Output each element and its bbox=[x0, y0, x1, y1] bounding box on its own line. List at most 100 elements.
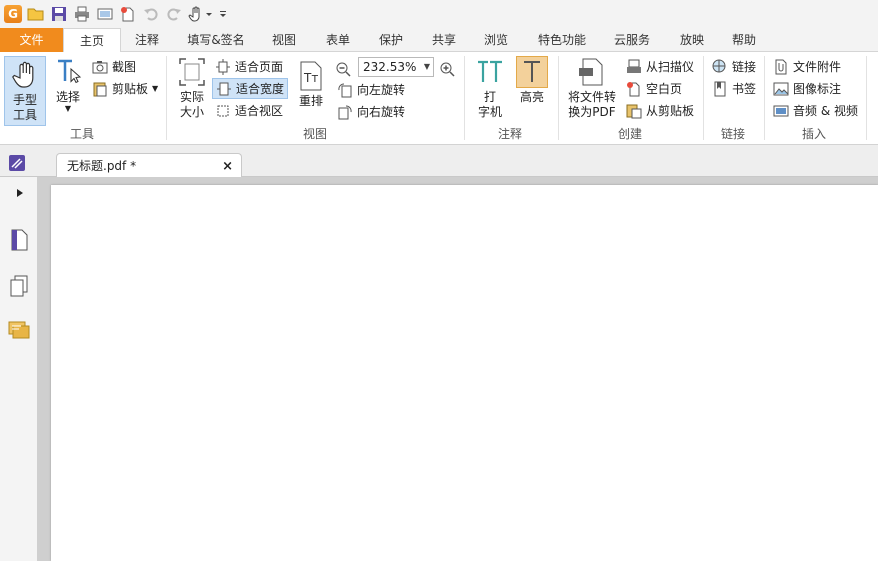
pdf-page[interactable] bbox=[51, 185, 878, 561]
screenshot-label: 截图 bbox=[112, 60, 137, 74]
blank-page-icon bbox=[626, 81, 642, 97]
group-label-annotate: 注释 bbox=[497, 127, 522, 141]
zoom-out-icon bbox=[335, 61, 351, 77]
zoom-dropdown-arrow: ▼ bbox=[423, 62, 430, 71]
actual-size-button[interactable]: 实际 大小 bbox=[174, 56, 210, 120]
app-logo[interactable]: G bbox=[3, 4, 23, 24]
blank-page-button[interactable]: 空白页 bbox=[626, 78, 682, 99]
group-label-insert: 插入 bbox=[801, 127, 826, 141]
typewriter-label-1: 打 bbox=[483, 90, 496, 104]
fit-width-label: 适合宽度 bbox=[236, 82, 285, 96]
typewriter-icon bbox=[474, 56, 506, 88]
link-label: 链接 bbox=[732, 60, 757, 74]
tab-help[interactable]: 帮助 bbox=[722, 28, 766, 52]
tab-cloud[interactable]: 云服务 bbox=[604, 28, 660, 52]
fit-page-button[interactable]: 适合页面 bbox=[215, 56, 283, 77]
from-scanner-button[interactable]: 从扫描仪 bbox=[626, 56, 694, 77]
highlight-button[interactable]: 高亮 bbox=[514, 56, 550, 105]
zoom-in-button[interactable] bbox=[439, 58, 457, 79]
blank-page-label: 空白页 bbox=[646, 82, 683, 96]
tab-comment[interactable]: 注释 bbox=[123, 28, 171, 52]
from-clipboard-label: 从剪贴板 bbox=[646, 104, 695, 118]
clipboard-label: 剪贴板 bbox=[112, 82, 149, 96]
panel-toggle-icon[interactable] bbox=[8, 154, 26, 172]
from-clipboard-button[interactable]: 从剪贴板 bbox=[626, 100, 694, 121]
audio-video-button[interactable]: 音频 & 视频 bbox=[773, 100, 858, 121]
select-dropdown-arrow: ▼ bbox=[64, 104, 72, 113]
app-logo-letter: G bbox=[4, 5, 22, 23]
audio-video-label: 音频 & 视频 bbox=[793, 104, 858, 118]
comments-icon[interactable] bbox=[7, 319, 31, 343]
group-label-links: 链接 bbox=[720, 127, 745, 141]
rotate-left-button[interactable]: 向左旋转 bbox=[337, 79, 405, 100]
reflow-button[interactable]: Tт 重排 bbox=[295, 60, 327, 109]
tab-protect[interactable]: 保护 bbox=[369, 28, 413, 52]
ribbon-home: 手型 工具 选择 ▼ 截图 剪贴板 ▼ 工具 实际 大小 适合页面 适合宽度 适… bbox=[0, 52, 878, 145]
convert-to-pdf-icon bbox=[576, 56, 608, 88]
bookmark-button[interactable]: 书签 bbox=[712, 78, 756, 99]
typewriter-label-2: 字机 bbox=[477, 105, 502, 119]
tab-slideshow[interactable]: 放映 bbox=[670, 28, 714, 52]
scan-icon[interactable] bbox=[95, 4, 115, 24]
actual-size-icon bbox=[176, 56, 208, 88]
clipboard-icon bbox=[92, 81, 108, 97]
tab-fill-sign[interactable]: 填写&签名 bbox=[180, 28, 252, 52]
convert-label-1: 将文件转 bbox=[567, 90, 616, 104]
redo-icon[interactable] bbox=[164, 4, 184, 24]
tab-file[interactable]: 文件 bbox=[0, 28, 63, 52]
attachment-icon bbox=[773, 59, 789, 75]
customize-icon[interactable] bbox=[218, 4, 228, 24]
hand-dropdown-icon[interactable] bbox=[187, 4, 215, 24]
document-view[interactable] bbox=[38, 177, 878, 561]
hand-tool-label-1: 手型 bbox=[12, 93, 37, 107]
rotate-right-label: 向右旋转 bbox=[357, 105, 406, 119]
rotate-right-button[interactable]: 向右旋转 bbox=[337, 101, 405, 122]
select-button[interactable]: 选择 ▼ bbox=[50, 56, 86, 113]
navigation-panel bbox=[0, 177, 38, 561]
select-label: 选择 bbox=[55, 90, 80, 104]
bookmark-label: 书签 bbox=[732, 82, 757, 96]
quick-access-toolbar: G bbox=[0, 0, 878, 28]
fit-visible-button[interactable]: 适合视区 bbox=[215, 100, 283, 121]
ribbon-tabs: 文件 主页 注释 填写&签名 视图 表单 保护 共享 浏览 特色功能 云服务 放… bbox=[0, 28, 878, 53]
video-icon bbox=[773, 103, 789, 119]
document-tab-strip: 无标题.pdf * × bbox=[0, 145, 878, 177]
clipboard-button[interactable]: 剪贴板 ▼ bbox=[92, 78, 158, 99]
svg-text:Tт: Tт bbox=[303, 71, 318, 85]
zoom-level-select[interactable]: 232.53% ▼ bbox=[358, 57, 434, 77]
tab-home[interactable]: 主页 bbox=[63, 28, 121, 53]
fit-width-button[interactable]: 适合宽度 bbox=[212, 78, 289, 99]
fit-visible-label: 适合视区 bbox=[235, 104, 284, 118]
group-label-tools: 工具 bbox=[69, 127, 94, 141]
print-icon[interactable] bbox=[72, 4, 92, 24]
group-label-create: 创建 bbox=[617, 127, 642, 141]
new-icon[interactable] bbox=[118, 4, 138, 24]
image-annotation-button[interactable]: 图像标注 bbox=[773, 78, 841, 99]
tab-share[interactable]: 共享 bbox=[422, 28, 466, 52]
close-tab-icon[interactable]: × bbox=[222, 159, 233, 174]
tab-form[interactable]: 表单 bbox=[316, 28, 360, 52]
fit-page-icon bbox=[215, 58, 231, 75]
fit-width-icon bbox=[216, 81, 232, 97]
reflow-icon: Tт bbox=[295, 60, 327, 92]
expand-panel-icon[interactable] bbox=[14, 181, 26, 205]
convert-to-pdf-button[interactable]: 将文件转 换为PDF bbox=[564, 56, 620, 120]
layers-icon[interactable] bbox=[7, 274, 31, 298]
screenshot-button[interactable]: 截图 bbox=[92, 56, 136, 77]
convert-label-2: 换为PDF bbox=[568, 105, 616, 119]
tab-browse[interactable]: 浏览 bbox=[474, 28, 518, 52]
page-thumbnail-icon[interactable] bbox=[7, 228, 31, 252]
hand-tool-button[interactable]: 手型 工具 bbox=[4, 56, 46, 126]
undo-icon[interactable] bbox=[141, 4, 161, 24]
zoom-out-button[interactable] bbox=[335, 58, 353, 79]
save-icon[interactable] bbox=[49, 4, 69, 24]
tab-featured[interactable]: 特色功能 bbox=[530, 28, 594, 52]
actual-size-label-2: 大小 bbox=[179, 105, 204, 119]
document-tab[interactable]: 无标题.pdf * × bbox=[56, 153, 242, 177]
typewriter-button[interactable]: 打 字机 bbox=[473, 56, 507, 120]
open-icon[interactable] bbox=[26, 4, 46, 24]
tab-view[interactable]: 视图 bbox=[262, 28, 306, 52]
link-button[interactable]: 链接 bbox=[712, 56, 756, 77]
file-attachment-button[interactable]: 文件附件 bbox=[773, 56, 841, 77]
bookmark-icon bbox=[712, 81, 728, 97]
